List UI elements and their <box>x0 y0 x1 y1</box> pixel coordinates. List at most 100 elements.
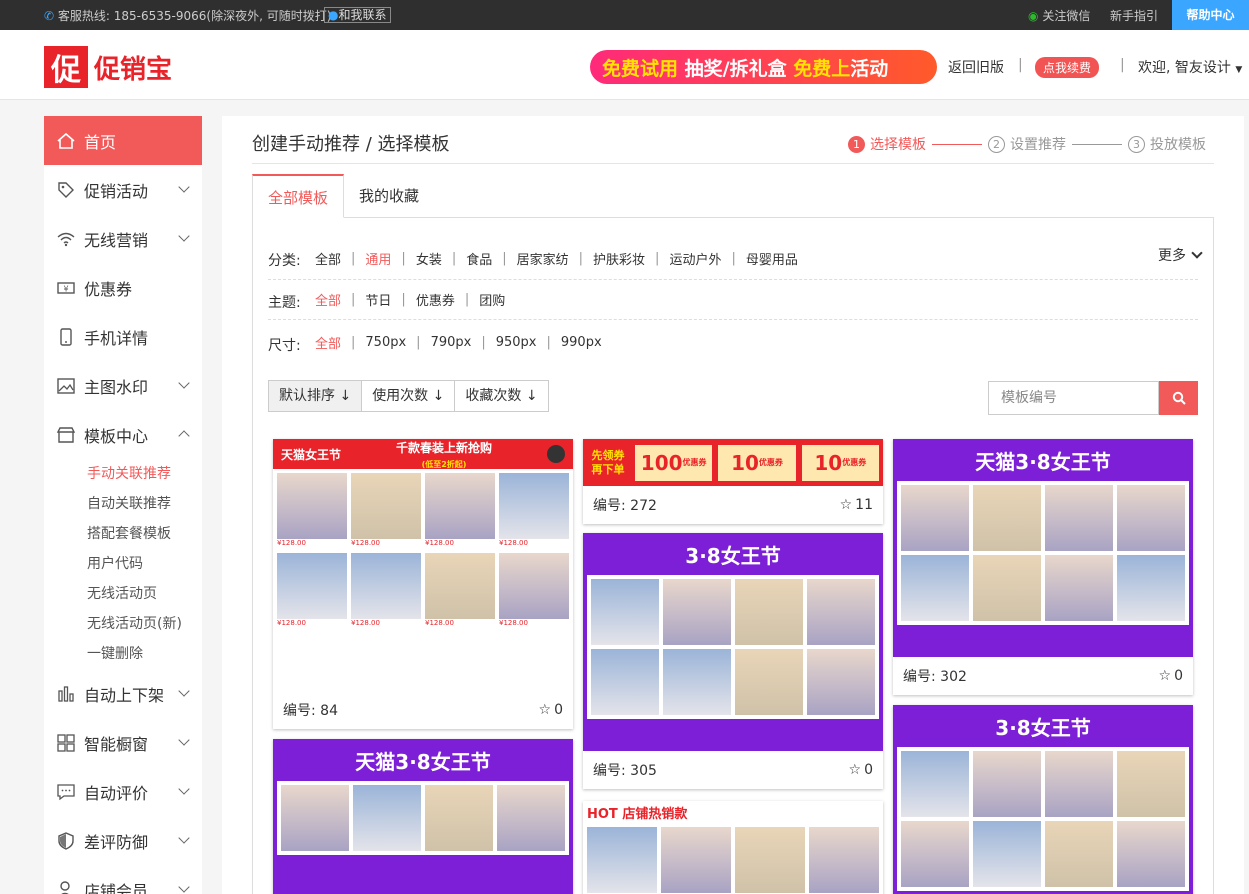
sort-favorites-button[interactable]: 收藏次数 ↓ <box>455 381 548 411</box>
wechat-link[interactable]: ◉ 关注微信 <box>1028 7 1090 24</box>
more-filters-button[interactable]: 更多 <box>1158 245 1203 265</box>
filter-separator: | <box>731 250 736 266</box>
product-thumb <box>1117 555 1185 621</box>
template-card[interactable]: 天猫3·8女王节 编号: 302 ☆ 0 <box>893 439 1193 695</box>
filter-option[interactable]: 全部 <box>315 290 341 309</box>
help-center-button[interactable]: 帮助中心 <box>1172 0 1249 30</box>
sidebar-item-smart-window[interactable]: 智能橱窗 <box>44 718 202 767</box>
sidebar-subitem-wireless-page-new[interactable]: 无线活动页(新) <box>44 609 202 639</box>
header: 促 促销宝 免费试用 抽奖/拆礼盒 免费上 活动 返回旧版 | 点我续费 | 欢迎… <box>0 30 1249 100</box>
product-thumb: ¥128.00 <box>351 473 421 549</box>
promo-banner[interactable]: 免费试用 抽奖/拆礼盒 免费上 活动 <box>590 50 937 84</box>
sidebar-item-auto-review[interactable]: 自动评价 <box>44 767 202 816</box>
filter-option[interactable]: 990px <box>561 335 602 350</box>
sidebar-item-members[interactable]: 店铺会员 <box>44 865 202 894</box>
filter-option[interactable]: 节日 <box>365 290 391 309</box>
filter-option[interactable]: 运动户外 <box>669 249 721 268</box>
contact-button[interactable]: ●和我联系 <box>324 7 391 23</box>
product-thumb <box>735 579 803 645</box>
sidebar-subitem-auto-recommend[interactable]: 自动关联推荐 <box>44 489 202 519</box>
sidebar-subitem-bundle-template[interactable]: 搭配套餐模板 <box>44 519 202 549</box>
sort-default-button[interactable]: 默认排序 ↓ <box>269 381 363 411</box>
filter-option[interactable]: 食品 <box>466 249 492 268</box>
filter-separator: | <box>351 250 356 266</box>
sidebar-item-wireless[interactable]: 无线营销 <box>44 214 202 263</box>
step-number: 2 <box>988 135 1005 153</box>
template-card[interactable]: 天猫3·8女王节 <box>273 739 573 894</box>
filter-option[interactable]: 全部 <box>315 249 341 268</box>
sidebar-item-mobile-details[interactable]: 手机详情 <box>44 312 202 361</box>
coupon-tile: 10 优惠券 <box>717 443 797 482</box>
template-card[interactable]: 天猫女王节 千款春装上新抢购 (低至2折起) ¥128.00 ¥128.00 ¥1… <box>273 439 573 729</box>
template-number-input[interactable] <box>988 381 1159 415</box>
logo[interactable]: 促 促销宝 <box>44 46 172 88</box>
sidebar-item-coupons[interactable]: ¥ 优惠券 <box>44 263 202 312</box>
favorite-button[interactable]: ☆ 0 <box>1159 668 1183 684</box>
tag-icon <box>56 180 76 200</box>
filter-option[interactable]: 全部 <box>315 333 341 352</box>
template-card[interactable]: 3·8女王节 编号: 305 ☆ 0 <box>583 533 883 789</box>
filter-option[interactable]: 通用 <box>365 249 391 268</box>
sidebar-item-auto-listing[interactable]: 自动上下架 <box>44 669 202 718</box>
logo-text: 促销宝 <box>94 54 173 85</box>
sidebar-item-label: 店铺会员 <box>84 881 149 894</box>
filter-option[interactable]: 女装 <box>416 249 442 268</box>
renew-button[interactable]: 点我续费 <box>1035 57 1100 78</box>
search-button[interactable] <box>1159 381 1198 415</box>
chevron-down-icon <box>178 377 190 389</box>
category-filter: 分类: 全部 | 通用 | 女装 | 食品 | 居家家纺 | 护肤彩妆 | 运动户外 | 母婴… <box>268 237 1198 280</box>
product-thumb <box>973 751 1041 817</box>
favorite-button[interactable]: ☆ 0 <box>539 702 563 718</box>
guide-link[interactable]: 新手指引 <box>1110 7 1158 24</box>
old-version-link[interactable]: 返回旧版 <box>948 57 1004 77</box>
product-thumb <box>807 579 875 645</box>
sidebar-item-promotions[interactable]: 促销活动 <box>44 165 202 214</box>
star-icon: ☆ <box>1158 668 1172 684</box>
sidebar-subitem-one-click-delete[interactable]: 一键删除 <box>44 639 202 669</box>
step-label: 投放模板 <box>1150 137 1206 153</box>
sidebar-subitem-manual-recommend[interactable]: 手动关联推荐 <box>44 459 202 489</box>
sidebar-item-watermark[interactable]: 主图水印 <box>44 361 202 410</box>
preview-banner: 3·8女王节 <box>685 543 781 568</box>
sort-usage-button[interactable]: 使用次数 ↓ <box>362 381 456 411</box>
sidebar-item-bad-review-defense[interactable]: 差评防御 <box>44 816 202 865</box>
favorite-button[interactable]: ☆ 0 <box>849 762 873 778</box>
filter-option[interactable]: 优惠券 <box>416 290 455 309</box>
wechat-icon: ◉ <box>1028 9 1039 23</box>
bar-chart-icon <box>56 684 76 704</box>
template-card[interactable]: HOT 店铺热销款 <box>583 801 883 894</box>
filter-option[interactable]: 团购 <box>479 290 505 309</box>
template-card[interactable]: 先领券 再下单 100 优惠券 10 优惠券 10 优惠券 编号: 272 ☆ 11 <box>583 439 883 524</box>
favorite-button[interactable]: ☆ 11 <box>840 497 873 513</box>
shield-icon <box>56 831 76 851</box>
template-card[interactable]: 3·8女王节 <box>893 705 1193 894</box>
filter-separator: | <box>401 292 406 307</box>
filter-option[interactable]: 790px <box>431 335 472 350</box>
tab-my-favorites[interactable]: 我的收藏 <box>344 174 434 218</box>
sidebar-subitem-wireless-page[interactable]: 无线活动页 <box>44 579 202 609</box>
card-footer: 编号: 305 ☆ 0 <box>583 751 883 789</box>
product-thumb <box>425 785 493 851</box>
product-thumb <box>1045 751 1113 817</box>
product-thumb: ¥128.00 <box>425 473 495 549</box>
tab-all-templates[interactable]: 全部模板 <box>252 174 345 218</box>
filter-separator: | <box>351 292 356 307</box>
user-menu[interactable]: 欢迎, 智友设计 ▼ <box>1138 57 1242 77</box>
filter-option[interactable]: 750px <box>365 335 406 350</box>
filter-option[interactable]: 950px <box>496 335 537 350</box>
product-thumb <box>353 785 421 851</box>
filter-option[interactable]: 母婴用品 <box>746 249 798 268</box>
product-thumb <box>591 579 659 645</box>
sidebar-subitem-user-code[interactable]: 用户代码 <box>44 549 202 579</box>
coupon-icon: ¥ <box>56 278 76 298</box>
header-separator: | <box>1018 57 1023 73</box>
sidebar-item-template-center[interactable]: 模板中心 <box>44 410 202 459</box>
filter-option[interactable]: 居家家纺 <box>517 249 569 268</box>
template-preview: 3·8女王节 <box>583 533 883 751</box>
sidebar-item-home[interactable]: 首页 <box>44 116 202 165</box>
product-price: ¥128.00 <box>351 619 421 629</box>
product-thumb <box>901 751 969 817</box>
page-title: 创建手动推荐 / 选择模板 <box>252 134 450 155</box>
chevron-down-icon <box>178 230 190 242</box>
filter-option[interactable]: 护肤彩妆 <box>593 249 645 268</box>
